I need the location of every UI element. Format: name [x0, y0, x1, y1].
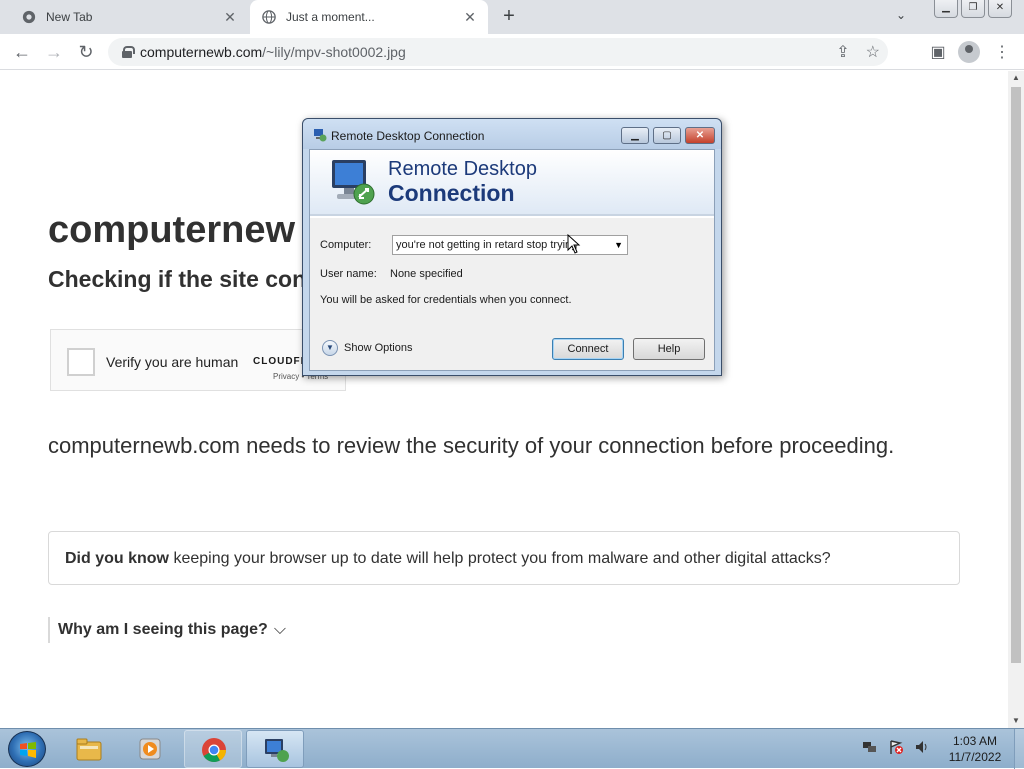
- menu-kebab-icon[interactable]: ⋮: [992, 42, 1012, 62]
- rdp-banner-line2: Connection: [388, 180, 515, 206]
- computer-combobox[interactable]: you're not getting in retard stop trying…: [392, 235, 628, 255]
- close-tab-icon[interactable]: ✕: [460, 9, 480, 26]
- dropdown-arrow-icon[interactable]: ▼: [614, 236, 623, 254]
- expand-chevron-icon: ▼: [322, 340, 338, 356]
- taskbar: 1:03 AM 11/7/2022: [0, 728, 1024, 769]
- rdp-window-title: Remote Desktop Connection: [331, 129, 485, 143]
- url-text: computernewb.com/~lily/mpv-shot0002.jpg: [140, 44, 406, 60]
- lock-icon[interactable]: [122, 46, 135, 58]
- clock[interactable]: 1:03 AM 11/7/2022: [940, 733, 1010, 765]
- action-center-flag-icon[interactable]: [888, 739, 904, 755]
- why-am-i-seeing-toggle[interactable]: Why am I seeing this page? ⌵: [48, 617, 286, 643]
- taskbar-remote-desktop[interactable]: [246, 730, 304, 768]
- cloudflare-logo: CLOUDFL: [253, 356, 308, 367]
- folder-icon: [76, 738, 102, 761]
- rdp-window-controls: ▁ ▢ ✕: [617, 127, 715, 144]
- globe-icon: [262, 10, 276, 24]
- browser-toolbar: ← → ↻ computernewb.com/~lily/mpv-shot000…: [0, 34, 1024, 70]
- computer-label: Computer:: [320, 239, 372, 251]
- rdp-banner: Remote Desktop Connection: [310, 150, 714, 216]
- tab-title: New Tab: [46, 10, 93, 24]
- did-you-know-label: Did you know: [65, 550, 169, 567]
- taskbar-chrome[interactable]: [184, 730, 242, 768]
- minimize-button[interactable]: ▁: [934, 0, 958, 18]
- page-heading: computernew: [48, 209, 296, 251]
- start-button[interactable]: [8, 731, 46, 767]
- did-you-know-text: keeping your browser up to date will hel…: [169, 550, 831, 567]
- rdp-form: Computer: you're not getting in retard s…: [310, 218, 714, 370]
- window-controls: ▁ ❐ ✕: [931, 0, 1012, 18]
- computer-value: you're not getting in retard stop trying: [396, 239, 578, 251]
- show-options-label: Show Options: [344, 342, 413, 354]
- chrome-icon: [202, 738, 226, 763]
- clock-time: 1:03 AM: [952, 734, 998, 748]
- network-icon[interactable]: [862, 739, 878, 755]
- omnibox-actions: ⇪ ☆: [836, 42, 880, 62]
- forward-arrow-icon[interactable]: →: [42, 40, 66, 64]
- show-desktop-button[interactable]: [1014, 729, 1024, 769]
- scroll-up-arrow-icon[interactable]: ▲: [1008, 71, 1024, 85]
- clock-date: 11/7/2022: [948, 750, 1002, 764]
- back-arrow-icon[interactable]: ←: [10, 40, 34, 64]
- volume-icon[interactable]: [914, 739, 930, 755]
- verify-checkbox[interactable]: [67, 348, 95, 376]
- bookmark-star-icon[interactable]: ☆: [866, 42, 880, 62]
- profile-avatar-icon[interactable]: [958, 41, 980, 63]
- rdp-app-icon: [314, 129, 327, 142]
- rdp-maximize-button[interactable]: ▢: [653, 127, 681, 144]
- chrome-icon: [22, 10, 36, 24]
- monitor-icon: [332, 160, 375, 205]
- captcha-label: Verify you are human: [106, 354, 239, 370]
- why-label: Why am I seeing this page?: [58, 621, 268, 638]
- rdp-titlebar[interactable]: Remote Desktop Connection ▁ ▢ ✕: [303, 119, 721, 149]
- new-tab-button[interactable]: +: [498, 6, 520, 28]
- close-window-button[interactable]: ✕: [988, 0, 1012, 18]
- scroll-down-arrow-icon[interactable]: ▼: [1008, 714, 1024, 728]
- rdp-close-button[interactable]: ✕: [685, 127, 715, 144]
- connect-button[interactable]: Connect: [552, 338, 624, 360]
- show-options-toggle[interactable]: ▼ Show Options: [322, 340, 412, 356]
- mouse-cursor-icon: [567, 234, 581, 254]
- rdp-dialog: Remote Desktop Connection ▁ ▢ ✕ Remote D…: [302, 118, 722, 376]
- rdp-banner-line1: Remote Desktop: [388, 158, 537, 180]
- media-player-icon: [139, 738, 161, 760]
- taskbar-media-player[interactable]: [122, 730, 180, 768]
- credentials-info: You will be asked for credentials when y…: [320, 294, 572, 306]
- address-bar[interactable]: computernewb.com/~lily/mpv-shot0002.jpg …: [108, 38, 888, 66]
- side-panel-icon[interactable]: ▣: [928, 42, 948, 62]
- taskbar-explorer[interactable]: [60, 730, 118, 768]
- monitor-icon: [265, 739, 289, 762]
- tab-search-chevron-icon[interactable]: ⌄: [896, 8, 906, 22]
- did-you-know-box: Did you know keeping your browser up to …: [48, 531, 960, 585]
- security-message: computernewb.com needs to review the sec…: [48, 433, 895, 458]
- tab-strip: New Tab ✕ Just a moment... ✕ + ⌄ ▁ ❐ ✕: [0, 0, 1024, 34]
- scrollbar-thumb[interactable]: [1011, 87, 1021, 663]
- username-value: None specified: [390, 268, 463, 280]
- page-subheading: Checking if the site con: [48, 266, 307, 292]
- reload-icon[interactable]: ↻: [74, 40, 98, 64]
- chevron-down-icon: ⌵: [273, 621, 286, 638]
- share-icon[interactable]: ⇪: [836, 42, 849, 62]
- help-button[interactable]: Help: [633, 338, 705, 360]
- windows-logo-icon: [20, 742, 36, 758]
- rdp-body: Remote Desktop Connection Computer: you'…: [309, 149, 715, 371]
- tab-new-tab[interactable]: New Tab ✕: [0, 0, 248, 34]
- restore-button[interactable]: ❐: [961, 0, 985, 18]
- rdp-minimize-button[interactable]: ▁: [621, 127, 649, 144]
- tab-title: Just a moment...: [286, 10, 375, 24]
- page-scrollbar[interactable]: ▲ ▼: [1008, 71, 1024, 728]
- username-label: User name:: [320, 268, 377, 280]
- close-tab-icon[interactable]: ✕: [220, 9, 240, 26]
- tab-just-a-moment[interactable]: Just a moment... ✕: [250, 0, 488, 34]
- system-tray: [862, 739, 930, 755]
